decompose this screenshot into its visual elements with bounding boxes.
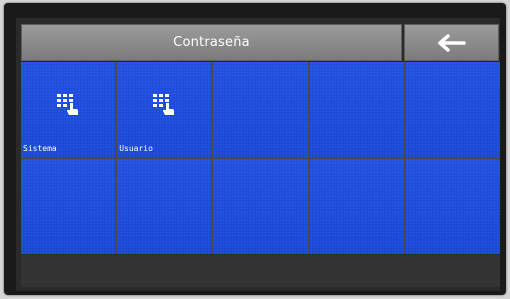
- keypad-touch-icon: [57, 94, 79, 115]
- tile-empty[interactable]: [309, 159, 404, 254]
- tile-empty[interactable]: [405, 159, 500, 254]
- back-button[interactable]: [404, 24, 499, 61]
- tile-empty[interactable]: [21, 159, 116, 254]
- page-title: Contraseña: [173, 35, 250, 50]
- keypad-touch-icon: [153, 94, 175, 115]
- tile-label: Usuario: [119, 144, 153, 153]
- tile-empty[interactable]: [405, 62, 500, 157]
- tile-empty[interactable]: [117, 159, 212, 254]
- footer-bar: [21, 255, 500, 287]
- tile-label: Sistema: [23, 144, 57, 153]
- tile-sistema[interactable]: Sistema: [21, 62, 116, 157]
- tile-empty[interactable]: [213, 159, 308, 254]
- tile-empty[interactable]: [309, 62, 404, 157]
- arrow-left-icon: [437, 33, 466, 52]
- tile-usuario[interactable]: Usuario: [117, 62, 212, 157]
- menu-grid: Sistema Usuario: [21, 62, 500, 254]
- tile-empty[interactable]: [213, 62, 308, 157]
- title-bar: Contraseña: [21, 24, 402, 61]
